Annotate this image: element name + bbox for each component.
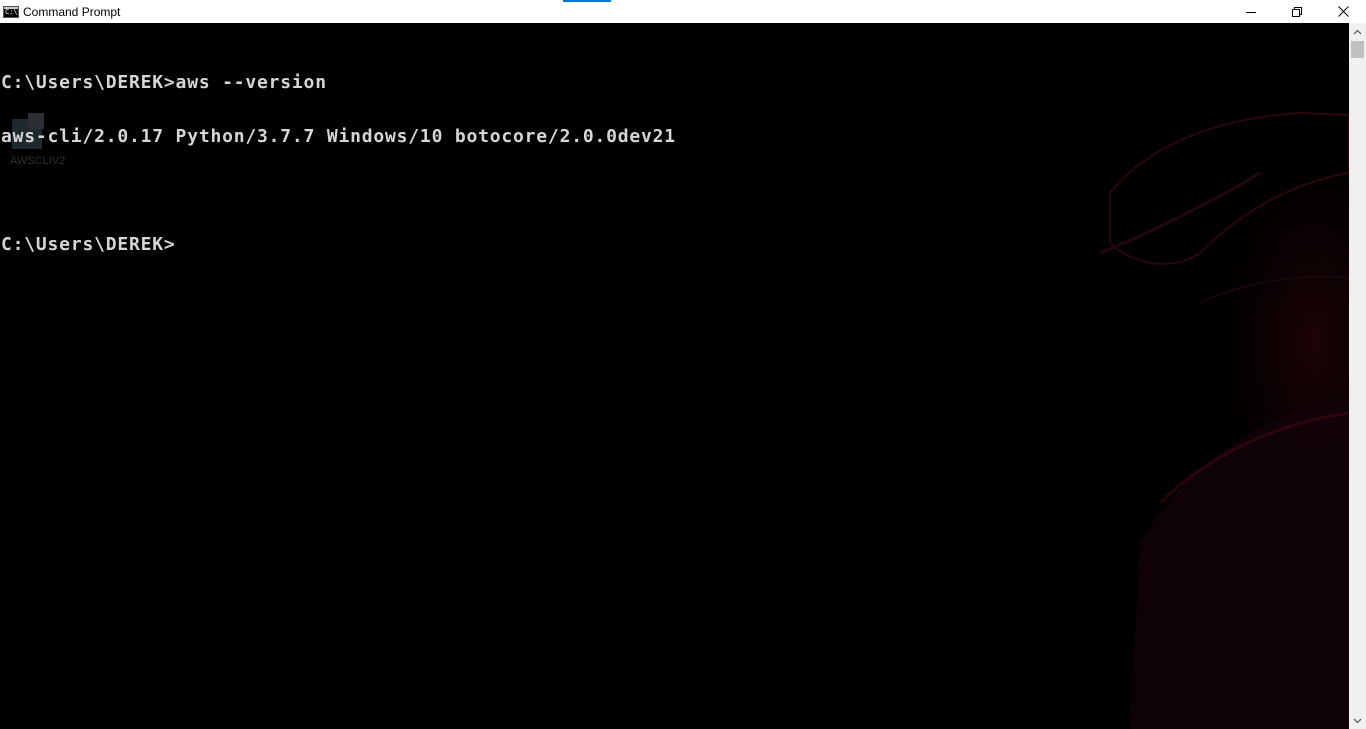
command-prompt-icon[interactable]: C:\ — [3, 5, 19, 18]
close-icon — [1337, 6, 1349, 17]
scroll-down-button[interactable] — [1349, 712, 1366, 729]
console-text: C:\Users\DEREK>aws --version aws-cli/2.0… — [1, 38, 676, 290]
command-prompt-window: C:\ Command Prompt AWSCLIV2 C:\Users\DER… — [0, 0, 1366, 729]
minimize-icon — [1246, 11, 1256, 13]
console-line: C:\Users\DEREK>aws --version — [1, 72, 327, 93]
scroll-up-button[interactable] — [1349, 23, 1366, 40]
console-line: aws-cli/2.0.17 Python/3.7.7 Windows/10 b… — [1, 126, 676, 147]
chevron-down-icon — [1353, 718, 1362, 723]
restore-button[interactable] — [1274, 0, 1320, 23]
minimize-button[interactable] — [1228, 0, 1274, 23]
taskbar-accent-strip — [563, 0, 611, 2]
chevron-up-icon — [1353, 29, 1362, 34]
vertical-scrollbar[interactable] — [1349, 23, 1366, 729]
close-button[interactable] — [1320, 0, 1366, 23]
console-prompt-line[interactable]: C:\Users\DEREK> — [1, 236, 676, 254]
window-title: Command Prompt — [23, 4, 121, 19]
scrollbar-thumb[interactable] — [1351, 41, 1364, 58]
console-output-area[interactable]: AWSCLIV2 C:\Users\DEREK>aws --version aw… — [0, 23, 1349, 729]
app-icon-glyph: C:\ — [5, 7, 18, 16]
window-controls — [1228, 0, 1366, 23]
restore-icon — [1292, 6, 1302, 17]
title-bar[interactable]: C:\ Command Prompt — [0, 0, 1366, 23]
